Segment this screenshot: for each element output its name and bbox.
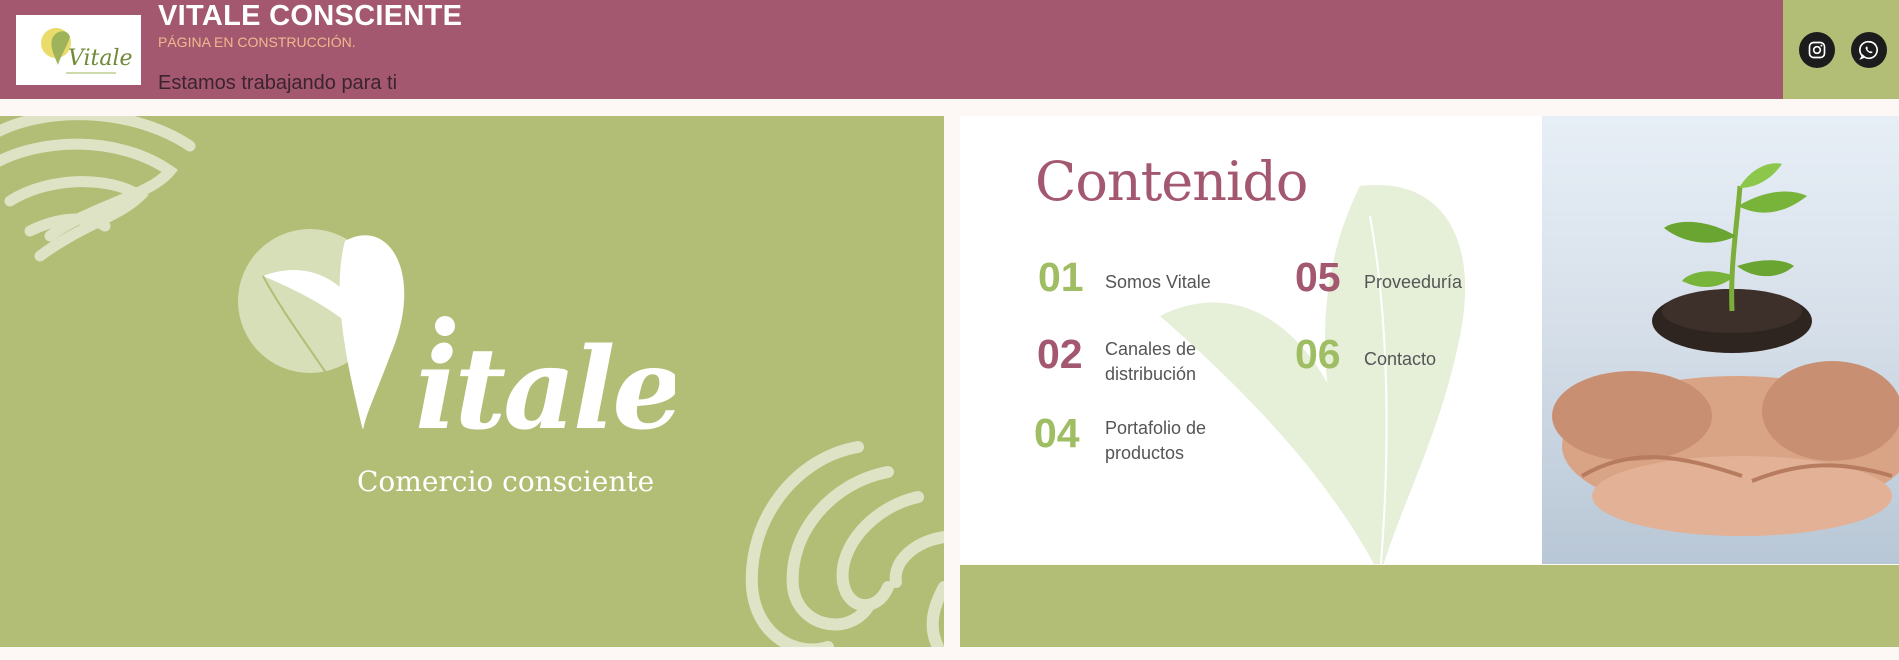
item-label-canales[interactable]: Canales de distribución (1105, 337, 1215, 387)
svg-text:itale: itale (415, 324, 675, 455)
whatsapp-icon (1859, 40, 1878, 60)
site-title: VITALE CONSCIENTE (158, 0, 463, 32)
svg-text:Vitale: Vitale (68, 46, 133, 71)
instagram-button[interactable] (1799, 32, 1835, 68)
contents-panel: Contenido 01 Somos Vitale 02 Canales de … (960, 116, 1542, 564)
item-number: 02 (1037, 331, 1083, 377)
item-label-contacto[interactable]: Contacto (1364, 347, 1504, 372)
item-label-portafolio[interactable]: Portafolio de productos (1105, 416, 1235, 466)
vitale-logo-icon: Vitale (41, 28, 133, 74)
item-label-proveeduria[interactable]: Proveeduría (1364, 270, 1504, 295)
fingerprint-swirl-icon (0, 116, 196, 262)
site-logo[interactable]: Vitale (16, 15, 141, 85)
seedling-in-hands-image (1552, 163, 1899, 536)
brand-tagline: Comercio consciente (357, 465, 655, 498)
brand-hero-panel: itale Comercio consciente (0, 116, 944, 647)
item-number: 04 (1034, 410, 1080, 456)
footer-green-block (960, 565, 1899, 647)
instagram-icon (1808, 41, 1826, 59)
item-number: 06 (1295, 331, 1341, 377)
fingerprint-swirl-icon (745, 441, 944, 647)
item-number: 05 (1295, 254, 1341, 300)
site-tagline: Estamos trabajando para ti (158, 72, 398, 94)
item-number: 01 (1038, 254, 1084, 300)
hands-plant-photo (1542, 116, 1899, 564)
item-label-somos-vitale[interactable]: Somos Vitale (1105, 270, 1265, 295)
whatsapp-button[interactable] (1851, 32, 1887, 68)
contents-title: Contenido (1035, 150, 1308, 213)
site-header: Vitale VITALE CONSCIENTE PÁGINA EN CONST… (0, 0, 1783, 99)
site-subtitle: PÁGINA EN CONSTRUCCIÓN. (158, 34, 356, 50)
